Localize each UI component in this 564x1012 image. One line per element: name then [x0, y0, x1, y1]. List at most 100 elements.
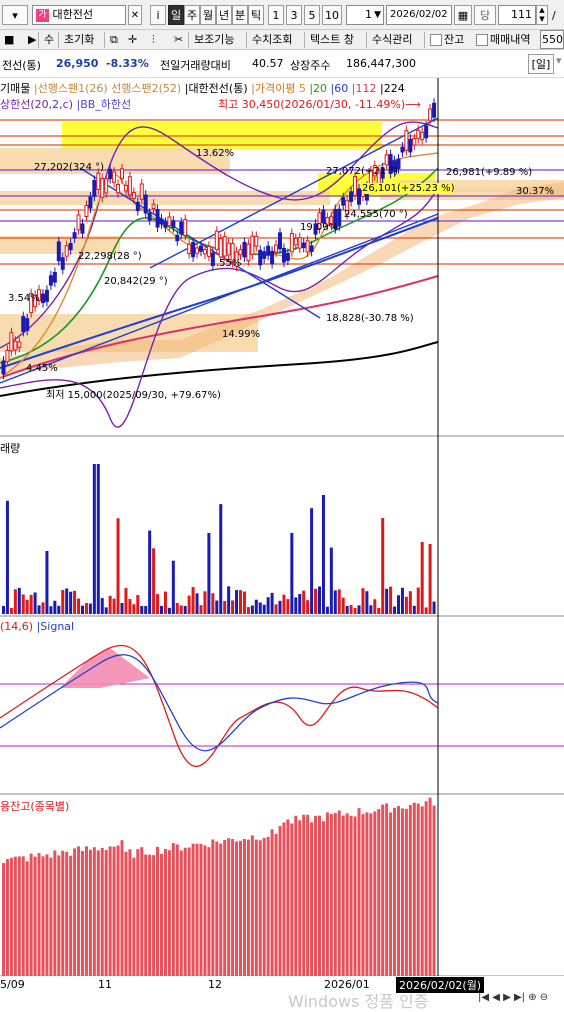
x-label-2: 12 [208, 978, 222, 991]
period-button-8[interactable]: 3 [286, 5, 302, 25]
count-field[interactable]: 111 [498, 5, 536, 25]
period-button-3[interactable]: 월 [200, 5, 216, 25]
legend-stock: |대한전선(통) [184, 82, 248, 95]
credit-bar [345, 813, 349, 976]
candle-body [147, 212, 152, 221]
calendar-button[interactable]: ▦ [454, 5, 472, 25]
credit-bar [393, 807, 397, 976]
credit-bar [270, 829, 274, 976]
period-button-9[interactable]: 5 [304, 5, 320, 25]
credit-bar [53, 850, 57, 976]
credit-bar [73, 848, 77, 976]
value-lookup-button[interactable]: 수치조회 [250, 31, 294, 48]
credit-bar [400, 808, 404, 976]
bar-style-icon[interactable]: ⫶ [150, 31, 157, 48]
candle-body [104, 178, 109, 194]
aux-function-button[interactable]: 보조기능 [192, 31, 236, 48]
scroll-controls[interactable]: |◀ ◀ ▶ ▶| ⊕ ⊖ [478, 992, 548, 1003]
date-field[interactable]: 2026/02/02 [386, 5, 452, 25]
credit-bar [199, 843, 203, 976]
menu-square-icon[interactable]: ■ [2, 31, 16, 48]
credit-bar [29, 853, 33, 976]
count-stepper[interactable]: ▲ ▼ [536, 5, 548, 25]
stoch-k-line [0, 644, 439, 768]
play-icon[interactable]: ▶ [26, 31, 38, 48]
search-dropdown-icon: ▾ [12, 9, 18, 22]
credit-bar [329, 813, 333, 976]
candle-body [199, 245, 203, 252]
volume-bar [33, 592, 37, 614]
period-button-1[interactable]: 일 [168, 5, 184, 25]
credit-bar [325, 812, 329, 976]
period-button-4[interactable]: 년 [216, 5, 232, 25]
credit-bar [9, 857, 13, 976]
candle-body [195, 247, 200, 254]
stock-logo-icon: 가 [36, 8, 49, 22]
legend-ma60: |60 [330, 82, 349, 95]
right-field[interactable]: 550 [540, 30, 564, 49]
volume-bar [258, 602, 262, 614]
credit-bar [231, 838, 235, 976]
candle-body [5, 349, 10, 363]
stock-clear-button[interactable]: ✕ [128, 5, 142, 25]
crosshair-icon[interactable]: ✛ [126, 31, 139, 48]
period-button-7[interactable]: 1 [268, 5, 284, 25]
credit-bar [156, 846, 160, 976]
volume-bar [219, 504, 223, 614]
candle-body [143, 194, 148, 214]
window-icon[interactable]: ⧉ [108, 31, 120, 48]
volume-bar [21, 594, 25, 614]
interval-select[interactable]: 1 ▼ [346, 5, 384, 25]
volume-bar [321, 494, 325, 614]
price-chart-area[interactable] [0, 78, 564, 1006]
scissors-icon[interactable]: ✂ [172, 31, 185, 48]
candle-body [285, 252, 290, 261]
text-window-button[interactable]: 텍스트 창 [308, 31, 356, 48]
candle-body [428, 108, 433, 122]
volume-bar [282, 594, 286, 614]
period-button-10[interactable]: 10 [322, 5, 342, 25]
volume-bar [397, 595, 400, 614]
period-button-0[interactable]: i [150, 5, 166, 25]
stock-name-text: 대한전선 [52, 8, 93, 21]
credit-bar [152, 855, 156, 976]
candle-body [404, 130, 409, 151]
volume-bar [207, 532, 211, 614]
volume-bar [337, 589, 341, 614]
candle-body [420, 131, 425, 141]
signal-label: Signal [40, 620, 75, 633]
period-tag-button[interactable]: [일] [528, 54, 554, 74]
chevron-down-icon[interactable]: ▾ [556, 54, 562, 67]
reset-button[interactable]: 초기화 [62, 31, 96, 48]
credit-bar [227, 838, 231, 976]
stock-name-field[interactable]: 가 대한전선 [32, 5, 126, 25]
legend-row-1: 기매물 |선행스팬1(26) 선행스팬2(52) |대한전선(통) |가격이평 … [0, 80, 405, 96]
credit-bar [286, 819, 290, 976]
candle-body [112, 171, 117, 183]
period-button-2[interactable]: 주 [184, 5, 200, 25]
balance-checkbox[interactable]: 잔고 [428, 31, 466, 48]
stoch-pane-label: (14,6) |Signal [0, 620, 75, 633]
candle-body [159, 218, 164, 225]
period-button-6[interactable]: 틱 [248, 5, 264, 25]
volume-bar [81, 605, 84, 614]
volume-bar [377, 607, 381, 614]
trade-history-checkbox[interactable]: 매매내역 [474, 31, 532, 48]
candle-body [274, 244, 279, 253]
stock-search-button[interactable]: ▾ [2, 5, 28, 25]
formula-manager-button[interactable]: 수식관리 [370, 31, 414, 48]
volume-bar [171, 560, 175, 614]
credit-bar [84, 846, 88, 976]
day-toggle-button[interactable]: 당 [474, 5, 496, 25]
period-button-5[interactable]: 분 [232, 5, 248, 25]
candle-body [309, 245, 314, 252]
volume-bar [404, 596, 408, 614]
modify-button[interactable]: 수 [42, 31, 56, 48]
candle-body [80, 223, 85, 234]
candle-body [76, 214, 81, 231]
volume-bar [132, 604, 136, 614]
candle-body [167, 216, 172, 227]
credit-bar [373, 811, 377, 976]
candle-body [412, 138, 417, 146]
volume-bar [104, 607, 108, 614]
